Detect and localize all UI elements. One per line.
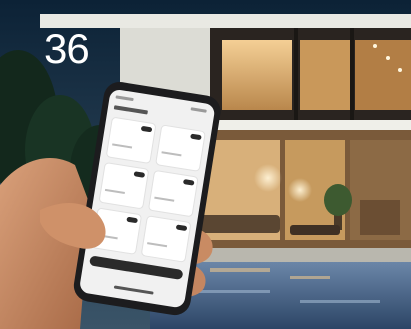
photo-frame: 36	[0, 0, 411, 329]
page-number: 36	[44, 25, 90, 72]
